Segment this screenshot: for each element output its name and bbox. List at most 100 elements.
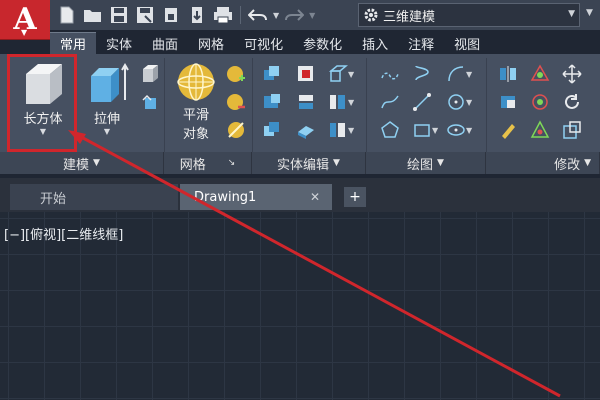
extract-edges-icon[interactable] bbox=[328, 64, 348, 84]
separate-icon[interactable] bbox=[328, 120, 348, 140]
rectangle-icon[interactable] bbox=[412, 120, 432, 140]
chevron-down-icon[interactable]: ▼ bbox=[348, 70, 354, 79]
panel-solid-editing-title: 实体编辑 bbox=[277, 157, 330, 173]
new-drawing-button[interactable]: + bbox=[344, 187, 366, 207]
chevron-down-icon[interactable]: ▼ bbox=[466, 126, 472, 135]
panel-mesh-title: 网格 bbox=[179, 157, 206, 173]
thicken-icon[interactable] bbox=[296, 120, 316, 140]
panel-draw[interactable]: 绘图 ▼ bbox=[366, 152, 486, 174]
panel-solid-editing[interactable]: 实体编辑 ▼ bbox=[252, 152, 366, 174]
undo-icon bbox=[248, 9, 267, 21]
mesh-smooth-more-icon[interactable] bbox=[226, 64, 246, 84]
tab-drawing1-label: Drawing1 bbox=[194, 189, 257, 205]
extrude-button[interactable]: 拉伸 ▼ bbox=[82, 60, 132, 136]
extrude-faces-icon[interactable] bbox=[328, 92, 348, 112]
panel-divider bbox=[252, 58, 253, 152]
tab-parametric[interactable]: 参数化 bbox=[293, 32, 352, 54]
chevron-down-icon[interactable]: ▼ bbox=[348, 98, 354, 107]
ribbon-tabs: 常用 实体 曲面 网格 可视化 参数化 插入 注释 视图 bbox=[50, 32, 600, 54]
tab-surface[interactable]: 曲面 bbox=[142, 32, 188, 54]
slice-icon[interactable] bbox=[296, 92, 316, 112]
panel-modify[interactable]: 修改 ▼ bbox=[486, 152, 600, 174]
panel-modeling-title: 建模 bbox=[63, 157, 90, 173]
subtract-icon[interactable] bbox=[262, 92, 282, 112]
union-icon[interactable] bbox=[262, 64, 282, 84]
save-button[interactable] bbox=[108, 4, 130, 26]
new-file-button[interactable] bbox=[56, 4, 78, 26]
import-button[interactable] bbox=[160, 4, 182, 26]
arc-icon[interactable] bbox=[446, 64, 466, 84]
polysolid-icon[interactable] bbox=[140, 92, 160, 112]
close-icon[interactable]: ✕ bbox=[310, 190, 320, 204]
workspace-label: 三维建模 bbox=[383, 9, 436, 25]
tab-annotate[interactable]: 注释 bbox=[398, 32, 444, 54]
fillet-edge-icon[interactable] bbox=[498, 92, 518, 112]
workspace-switcher[interactable]: 三维建模 ▼ bbox=[358, 3, 580, 27]
panel-mesh[interactable]: 网格 ↘ bbox=[164, 152, 252, 174]
interfere-icon[interactable] bbox=[296, 64, 316, 84]
panel-modify-title: 修改 bbox=[554, 157, 581, 173]
chevron-down-icon: ▼ bbox=[333, 158, 340, 168]
undo-dropdown-icon[interactable]: ▼ bbox=[273, 11, 279, 20]
save-as-button[interactable] bbox=[134, 4, 156, 26]
tab-visualize[interactable]: 可视化 bbox=[234, 32, 293, 54]
tab-home[interactable]: 常用 bbox=[50, 32, 97, 54]
polyline-icon[interactable] bbox=[380, 64, 400, 84]
tab-insert[interactable]: 插入 bbox=[352, 32, 398, 54]
panel-modeling[interactable]: 建模 ▼ bbox=[0, 152, 164, 174]
panel-divider bbox=[164, 58, 165, 152]
rotate-icon[interactable] bbox=[562, 92, 582, 112]
quick-access-toolbar: ▼ ▼ bbox=[56, 3, 315, 27]
undo-button[interactable] bbox=[247, 4, 269, 26]
smooth-object-button[interactable]: 平滑 对象 bbox=[170, 62, 222, 142]
viewport-controls-label[interactable]: [−][俯视][二维线框] bbox=[4, 224, 123, 243]
3d-array-icon[interactable] bbox=[530, 92, 550, 112]
redo-dropdown-icon[interactable]: ▼ bbox=[309, 11, 315, 20]
chevron-down-icon[interactable]: ▼ bbox=[466, 70, 472, 79]
mesh-smooth-less-icon[interactable] bbox=[226, 92, 246, 112]
chevron-down-icon: ▼ bbox=[103, 127, 111, 136]
application-menu-button[interactable]: A ▼ bbox=[0, 0, 50, 40]
erase-icon[interactable] bbox=[498, 120, 518, 140]
tab-start[interactable]: 开始 bbox=[10, 184, 178, 210]
printer-icon bbox=[214, 7, 232, 24]
panel-divider bbox=[486, 58, 487, 152]
move-icon[interactable] bbox=[562, 64, 582, 84]
scale-icon[interactable] bbox=[562, 120, 582, 140]
3d-align-icon[interactable] bbox=[530, 120, 550, 140]
chevron-down-icon: ▼ bbox=[21, 28, 28, 37]
chevron-down-icon: ▼ bbox=[568, 9, 575, 19]
line-icon[interactable] bbox=[412, 92, 432, 112]
tab-drawing1[interactable]: Drawing1 ✕ bbox=[180, 184, 332, 210]
customize-qat-icon[interactable]: ▼ bbox=[586, 8, 593, 18]
plot-button[interactable] bbox=[212, 4, 234, 26]
3d-rotate-icon[interactable] bbox=[530, 64, 550, 84]
tab-view[interactable]: 视图 bbox=[444, 32, 490, 54]
tab-start-label: 开始 bbox=[40, 191, 67, 207]
mesh-refine-icon[interactable] bbox=[226, 120, 246, 140]
chevron-down-icon[interactable]: ▼ bbox=[432, 126, 438, 135]
intersect-icon[interactable] bbox=[262, 120, 282, 140]
chevron-down-icon[interactable]: ▼ bbox=[348, 126, 354, 135]
redo-icon bbox=[285, 9, 305, 21]
presspull-icon[interactable] bbox=[140, 64, 160, 84]
smooth-label-1: 平滑 bbox=[182, 108, 209, 123]
tab-mesh[interactable]: 网格 bbox=[188, 32, 234, 54]
save-as-icon bbox=[137, 7, 153, 23]
open-file-button[interactable] bbox=[82, 4, 104, 26]
dialog-launcher-icon[interactable]: ↘ bbox=[228, 158, 236, 168]
polygon-icon[interactable] bbox=[380, 120, 400, 140]
tab-solid[interactable]: 实体 bbox=[96, 32, 142, 54]
circle-icon[interactable] bbox=[446, 92, 466, 112]
save-icon bbox=[111, 7, 127, 23]
annotation-highlight-box bbox=[7, 54, 77, 152]
mirror-icon[interactable] bbox=[498, 64, 518, 84]
mesh-sphere-icon bbox=[177, 63, 215, 101]
ellipse-icon[interactable] bbox=[446, 120, 466, 140]
export-button[interactable] bbox=[186, 4, 208, 26]
chevron-down-icon[interactable]: ▼ bbox=[466, 98, 472, 107]
helix-icon[interactable] bbox=[412, 64, 432, 84]
chevron-down-icon: ▼ bbox=[584, 158, 591, 168]
redo-button[interactable] bbox=[283, 4, 305, 26]
spline-icon[interactable] bbox=[380, 92, 400, 112]
